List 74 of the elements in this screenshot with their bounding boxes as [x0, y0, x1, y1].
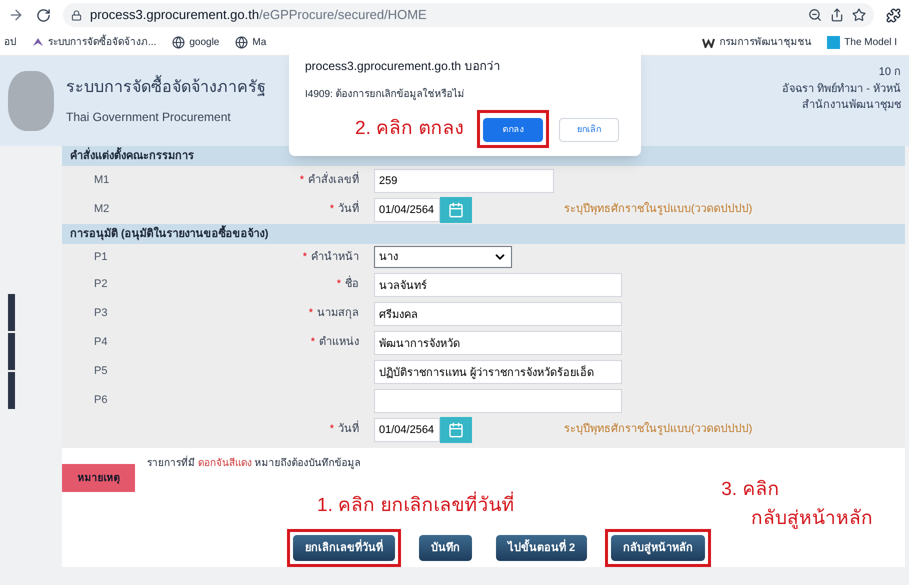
user-info-text: 10 ก — [878, 65, 901, 80]
site-title: ระบบการจัดซื้อจัดจ้างภาครัฐ — [66, 76, 266, 100]
zoom-icon[interactable] — [808, 8, 822, 22]
field-code: P1 — [94, 250, 108, 265]
required-asterisk: * — [300, 173, 304, 188]
annotation-text: กลับสู่หน้าหลัก — [751, 506, 874, 531]
annotation-text: 1. คลิก ยกเลิกเลขที่วันที่ — [317, 492, 514, 520]
field-label: วันที่ — [338, 421, 359, 438]
field-code: P3 — [94, 306, 108, 322]
required-asterisk: * — [330, 422, 334, 438]
site-subtitle: Thai Government Procurement — [66, 109, 232, 126]
bookmark-item[interactable]: ระบบการจัดซื้อจัดจ้างภ... — [32, 35, 156, 50]
bookmark-item[interactable]: อป — [4, 35, 16, 50]
note-text: รายการที่มี ดอกจันสีแดง หมายถึงต้องบันทึกข้อมูล — [147, 456, 361, 492]
dialog-button[interactable]: ตกลง — [483, 118, 543, 142]
field-label: วันที่ — [338, 201, 359, 218]
dialog-title: process3.gprocurement.go.th บอกว่า — [305, 58, 502, 75]
date-format-hint: ระบุปีพุทธศักราชในรูปแบบ(ววดดปปปป) — [564, 421, 752, 438]
bookmark-item[interactable]: กรมการพัฒนาชุมชน — [702, 35, 812, 50]
field-code: P6 — [94, 393, 108, 408]
date-format-hint: ระบุปีพุทธศักราชในรูปแบบ(ววดดปปปป) — [564, 201, 752, 218]
address-bar[interactable]: process3.gprocurement.go.th/eGPProcure/secured/HOME — [63, 3, 874, 27]
reload-icon[interactable] — [36, 8, 51, 22]
required-asterisk: * — [336, 277, 341, 292]
bookmark-item[interactable]: Ma — [235, 35, 266, 50]
star-icon[interactable] — [852, 8, 866, 22]
text-field[interactable]: ปฏิบัติราชการแทน ผู้ว่าราชการจังหวัดร้อยเอ็ด — [374, 360, 622, 384]
title-select[interactable]: นาง — [374, 246, 512, 268]
extension-icon[interactable] — [886, 8, 901, 22]
text-field[interactable] — [374, 388, 622, 412]
section-header: การอนุมัติ (อนุมัติในรายงานขอซื้อขอจ้าง) — [62, 224, 905, 244]
emblem-icon — [8, 71, 54, 131]
dialog-message: I4909: ต้องการยกเลิกข้อมูลใช่หรือไม่ — [305, 87, 466, 102]
lock-icon — [71, 10, 82, 20]
share-icon[interactable] — [830, 8, 844, 22]
text-field[interactable]: 259 — [374, 168, 554, 192]
action-button[interactable]: ยกเลิกเลขที่วันที่ — [293, 534, 395, 561]
field-code: P4 — [94, 335, 108, 350]
text-field[interactable]: นวลจันทร์ — [374, 272, 622, 296]
field-label: ชื่อ — [345, 276, 359, 293]
required-asterisk: * — [310, 335, 315, 350]
action-button[interactable]: ไปขั้นตอนที่ 2 — [496, 534, 588, 561]
required-asterisk: * — [308, 306, 313, 322]
annotation-text: 3. คลิก — [721, 478, 780, 502]
forward-icon[interactable] — [8, 7, 24, 23]
required-asterisk: * — [302, 250, 307, 265]
field-code: M1 — [94, 173, 110, 188]
field-label: นามสกุล — [317, 306, 359, 322]
field-label: คำนำหน้า — [311, 250, 359, 265]
field-code: P5 — [94, 364, 108, 380]
calendar-icon — [448, 202, 464, 218]
user-info-text: สำนักงานพัฒนาชุมช — [802, 98, 901, 113]
dialog-button[interactable]: ยกเลิก — [559, 118, 619, 142]
url-text: process3.gprocurement.go.th/eGPProcure/secured/HOME — [90, 6, 427, 24]
action-button[interactable]: บันทึก — [419, 534, 472, 561]
date-field[interactable]: 01/04/2564 — [374, 198, 440, 222]
date-field[interactable]: 01/04/2564 — [374, 418, 440, 442]
action-button[interactable]: กลับสู่หน้าหลัก — [611, 534, 706, 561]
annotation-text: 2. คลิก ตกลง — [355, 116, 464, 141]
required-asterisk: * — [330, 202, 334, 218]
bookmark-item[interactable]: google — [172, 35, 220, 50]
globe-icon — [235, 36, 248, 49]
note-tag: หมายเหตุ — [62, 464, 135, 492]
field-code: P2 — [94, 277, 108, 292]
text-field[interactable]: ศรีมงคล — [374, 302, 622, 326]
globe-icon — [172, 36, 186, 49]
field-label: ตำแหน่ง — [319, 335, 359, 350]
text-field[interactable]: พัฒนาการจังหวัด — [374, 330, 622, 354]
bookmark-item[interactable]: The Model I — [827, 35, 898, 50]
user-info-text: อัจฉรา ทิพย์ทำมา - หัวหน้ — [782, 82, 901, 96]
calendar-icon — [448, 422, 464, 438]
field-label: คำสั่งเลขที่ — [308, 172, 359, 189]
field-code: M2 — [94, 202, 110, 218]
zigzag-logo-icon — [702, 38, 716, 48]
